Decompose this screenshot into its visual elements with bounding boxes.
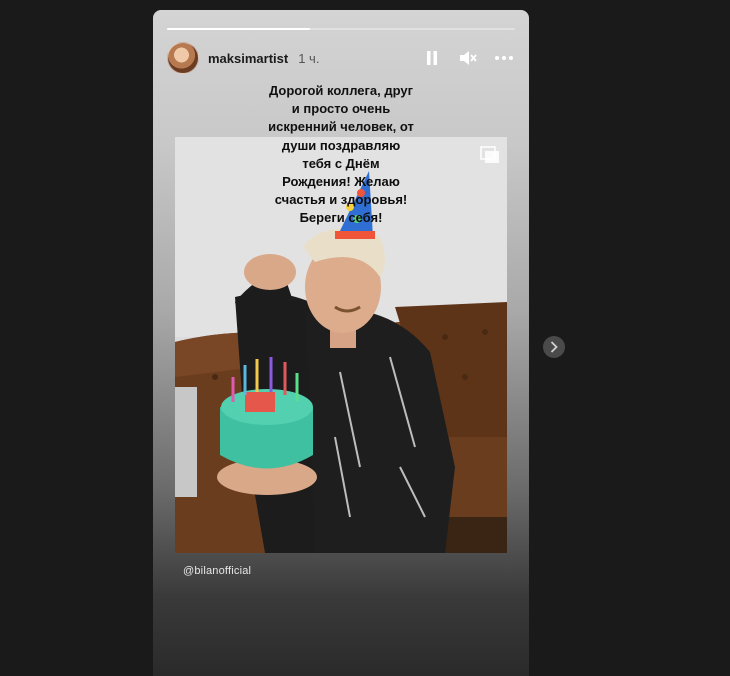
chevron-right-icon (550, 341, 558, 353)
caption-line: Дорогой коллега, друг (268, 83, 414, 98)
birthday-photo-illustration (175, 137, 507, 553)
story-time: 1 ч. (298, 50, 320, 66)
more-dots-icon[interactable] (493, 47, 515, 69)
next-story-button[interactable] (543, 336, 565, 358)
story-progress-bar (167, 28, 515, 30)
username[interactable]: maksimartist (208, 51, 288, 66)
story-caption-top: Дорогой коллега, друг и просто очень иск… (153, 82, 529, 136)
story-controls (421, 47, 515, 69)
story-progress-fill (167, 28, 310, 30)
story-photo[interactable] (175, 137, 507, 553)
pause-icon[interactable] (421, 47, 443, 69)
avatar[interactable] (167, 42, 199, 74)
speaker-muted-icon[interactable] (457, 47, 479, 69)
story-viewer: maksimartist 1 ч. Дорогой коллега, друг … (153, 10, 529, 676)
mention-tag[interactable]: @bilanofficial (183, 565, 251, 577)
caption-line: и просто очень (291, 101, 391, 116)
story-header: maksimartist 1 ч. (167, 42, 515, 74)
caption-line: искренний человек, от (268, 119, 414, 134)
